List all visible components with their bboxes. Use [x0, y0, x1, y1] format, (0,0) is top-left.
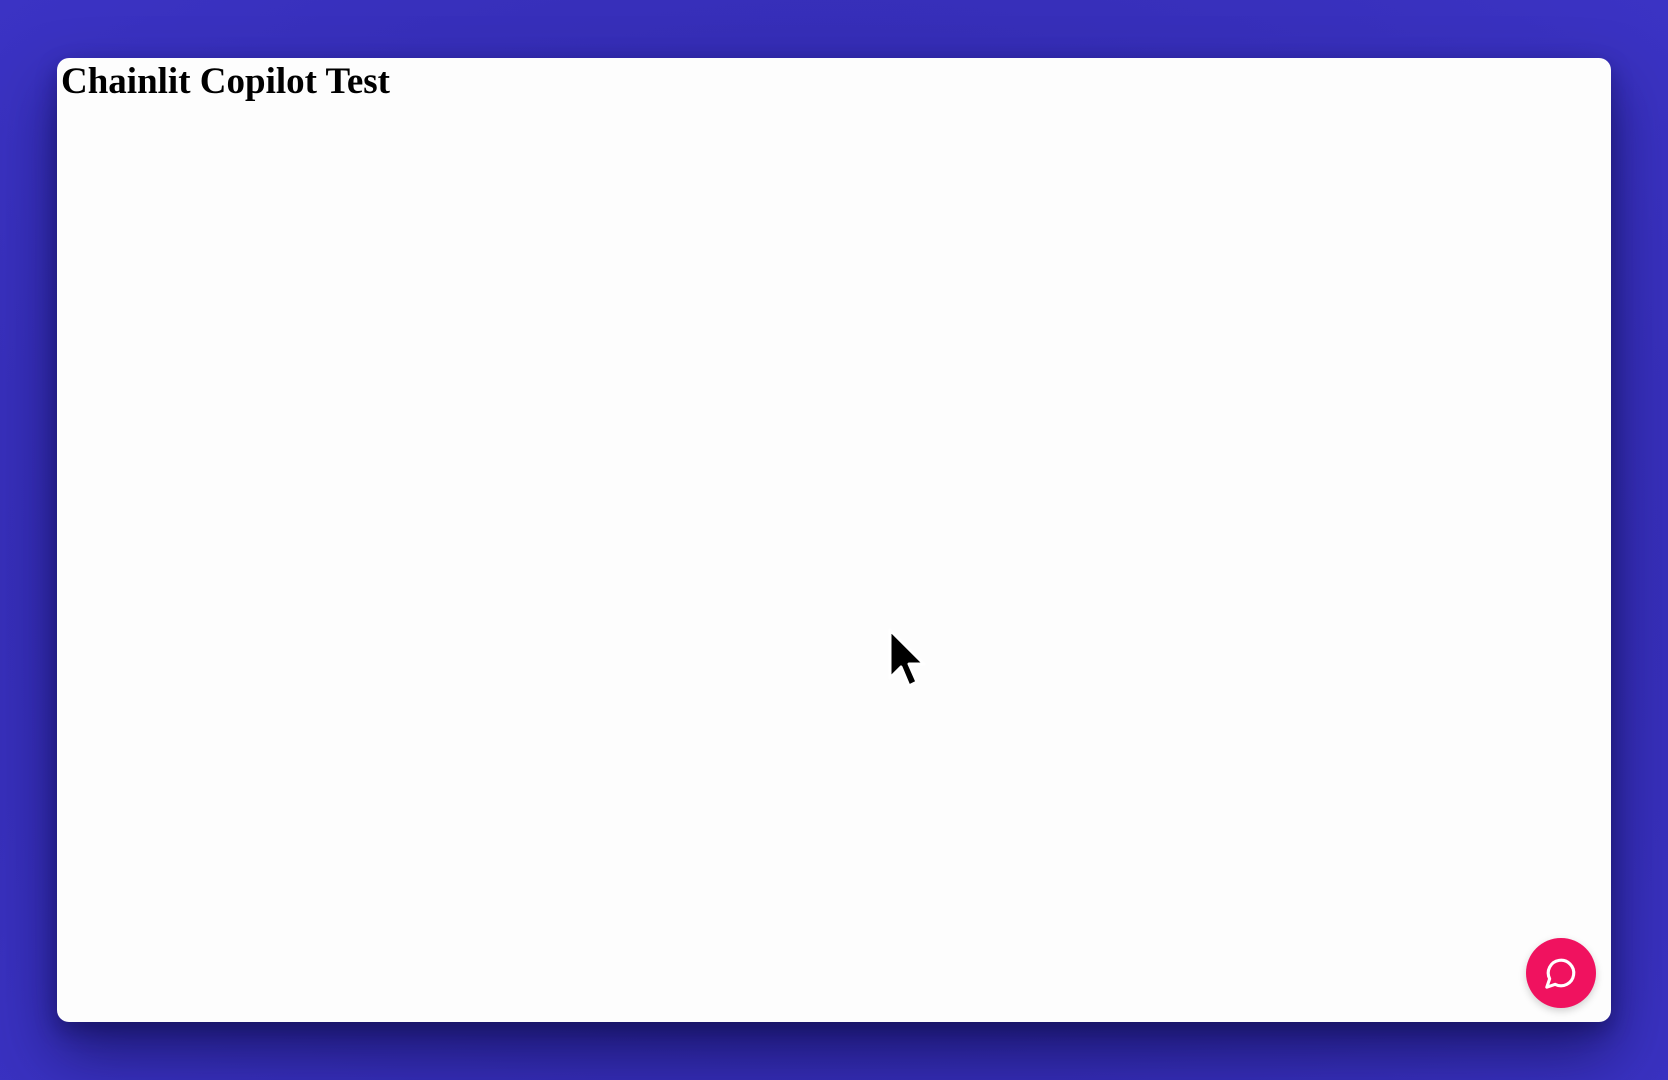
copilot-chat-button[interactable]	[1526, 938, 1596, 1008]
browser-window: Chainlit Copilot Test	[57, 58, 1611, 1022]
page-title: Chainlit Copilot Test	[61, 61, 390, 102]
chat-bubble-icon	[1544, 956, 1578, 990]
